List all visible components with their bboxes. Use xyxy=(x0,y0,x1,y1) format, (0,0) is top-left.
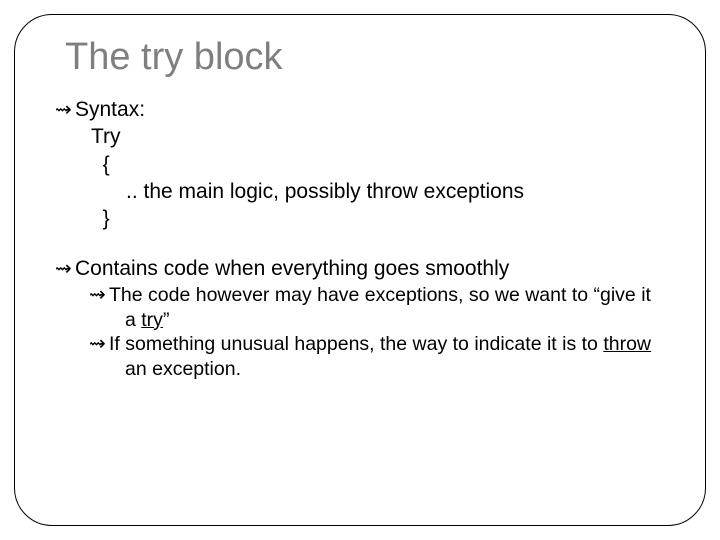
slide: The try block ⇝Syntax: Try { .. the main… xyxy=(0,0,720,540)
code-line-2: { xyxy=(91,151,665,178)
slide-body: ⇝Syntax: Try { .. the main logic, possib… xyxy=(55,97,665,381)
code-line-4: } xyxy=(91,205,665,232)
sub2-pre: If something unusual happens, the way to… xyxy=(109,333,603,355)
sub1-pre: The code however may have exceptions, so… xyxy=(109,284,651,331)
slide-title: The try block xyxy=(65,36,665,79)
sub2-post: an exception. xyxy=(125,358,241,380)
bullet-contains: ⇝Contains code when everything goes smoo… xyxy=(73,256,665,282)
bullet-syntax: ⇝Syntax: xyxy=(73,97,665,123)
subbullet-2: ⇝If something unusual happens, the way t… xyxy=(107,332,665,381)
bullet-text: Syntax: xyxy=(75,98,145,121)
bullet-text: Contains code when everything goes smoot… xyxy=(75,257,509,280)
subbullet-1: ⇝The code however may have exceptions, s… xyxy=(107,283,665,332)
code-line-3: .. the main logic, possibly throw except… xyxy=(91,178,665,205)
spacer xyxy=(55,232,665,256)
sub1-post: ” xyxy=(163,309,170,331)
sub2-underline: throw xyxy=(603,333,651,355)
sub1-underline: try xyxy=(141,309,163,331)
code-line-1: Try xyxy=(91,123,665,150)
